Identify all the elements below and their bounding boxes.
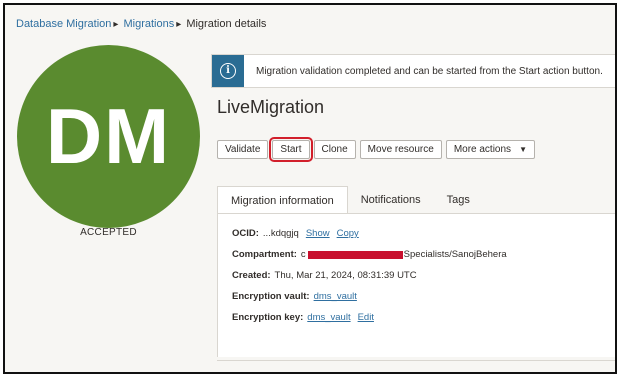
encryption-key-label: Encryption key: (232, 312, 304, 323)
breadcrumb: Database Migration ▸ Migrations ▸ Migratio… (16, 18, 266, 30)
breadcrumb-separator-icon: ▸ (176, 19, 182, 30)
validate-button[interactable]: Validate (217, 140, 269, 159)
banner-message: Migration validation completed and can b… (256, 65, 603, 77)
clone-button[interactable]: Clone (313, 140, 356, 159)
compartment-value: Specialists/SanojBehera (403, 249, 507, 260)
page-title: LiveMigration (217, 97, 325, 117)
encryption-vault-link[interactable]: dms_vault (314, 291, 357, 302)
info-banner: i Migration validation completed and can… (211, 54, 615, 88)
encryption-key-row: Encryption key: dms_vault Edit (232, 312, 374, 323)
tab-tags[interactable]: Tags (434, 186, 483, 214)
move-resource-button[interactable]: Move resource (359, 140, 442, 159)
tab-migration-information[interactable]: Migration information (217, 186, 348, 214)
encryption-key-link[interactable]: dms_vault (307, 312, 350, 323)
start-button[interactable]: Start (269, 137, 313, 162)
created-value: Thu, Mar 21, 2024, 08:31:39 UTC (274, 270, 417, 281)
redaction-mark (307, 250, 403, 259)
ocid-value: ...kdqgjq (262, 228, 299, 239)
encryption-vault-label: Encryption vault: (232, 291, 310, 302)
action-toolbar: Validate Start Clone Move resource More … (217, 137, 539, 162)
edit-key-link[interactable]: Edit (358, 312, 374, 323)
caret-down-icon: ▼ (519, 145, 527, 154)
created-label: Created: (232, 270, 271, 281)
compartment-row: Compartment: c Specialists/SanojBehera (232, 249, 507, 260)
avatar-initials: DM (45, 92, 172, 180)
compartment-prefix: c (300, 249, 306, 260)
avatar: DM (17, 45, 200, 228)
copy-ocid-link[interactable]: Copy (337, 228, 359, 239)
screenshot-frame: Database Migration ▸ Migrations ▸ Migratio… (3, 3, 617, 374)
ocid-row: OCID: ...kdqgjq Show Copy (232, 228, 359, 239)
breadcrumb-separator-icon: ▸ (113, 19, 119, 30)
encryption-vault-row: Encryption vault: dms_vault (232, 291, 357, 302)
breadcrumb-current: Migration details (186, 18, 267, 30)
banner-icon-container: i (212, 55, 244, 87)
more-actions-button[interactable]: More actions ▼ (445, 140, 535, 159)
tab-notifications[interactable]: Notifications (348, 186, 434, 214)
section-divider (217, 360, 615, 361)
detail-tabs: Migration information Notifications Tags… (217, 186, 615, 361)
info-icon: i (220, 63, 236, 79)
show-ocid-link[interactable]: Show (306, 228, 330, 239)
tab-bar: Migration information Notifications Tags (217, 186, 615, 214)
ocid-label: OCID: (232, 228, 259, 239)
compartment-label: Compartment: (232, 249, 297, 260)
created-row: Created: Thu, Mar 21, 2024, 08:31:39 UTC (232, 270, 417, 281)
breadcrumb-database-migration[interactable]: Database Migration (16, 18, 111, 30)
status-badge: ACCEPTED (80, 227, 137, 238)
tab-panel-migration-information: OCID: ...kdqgjq Show Copy Compartment: c… (217, 213, 615, 357)
breadcrumb-migrations[interactable]: Migrations (123, 18, 174, 30)
more-actions-label: More actions (453, 144, 512, 155)
